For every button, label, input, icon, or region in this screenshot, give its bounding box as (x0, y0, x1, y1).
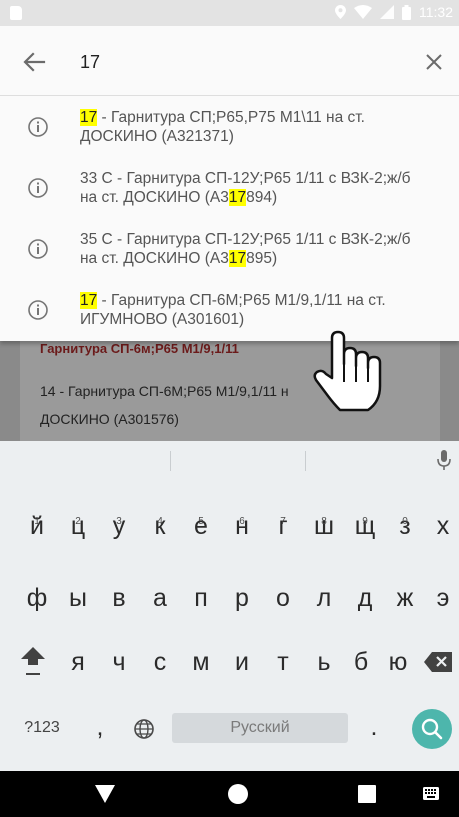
suggestion-text: 33 С - Гарнитура СП-12У;Р65 1/11 с ВЗК-2… (80, 170, 411, 206)
keyboard-switch-icon[interactable] (423, 787, 439, 800)
match-highlight: 17 (228, 189, 247, 206)
key[interactable]: ж (389, 575, 421, 621)
globe-icon[interactable] (133, 718, 155, 740)
background-list: Гарнитура СП-6м;Р65 М1/9,1/11 14 - Гарни… (0, 341, 459, 441)
key[interactable]: л (309, 575, 339, 621)
background-line: 14 - Гарнитура СП-6М;Р65 М1/9,1/11 н (40, 383, 289, 399)
key[interactable]: б (346, 639, 376, 685)
status-icons: 11:32 (335, 4, 453, 20)
suggestion-item[interactable]: 17 - Гарнитура СП-6М;Р65 М1/9,1/11 на ст… (0, 279, 459, 341)
key[interactable]: ь (309, 639, 339, 685)
arrow-left-icon[interactable] (20, 48, 48, 76)
backspace-icon[interactable] (423, 649, 455, 675)
location-icon (335, 5, 346, 19)
wifi-icon (354, 5, 372, 19)
key[interactable]: д (350, 575, 380, 621)
key[interactable]: и (227, 639, 257, 685)
search-key[interactable] (412, 709, 452, 749)
key[interactable]: ф (22, 575, 52, 621)
navigation-bar (0, 771, 459, 817)
match-highlight: 17 (80, 109, 98, 126)
key[interactable]: 7г (268, 503, 298, 549)
suggestion-text: 17 - Гарнитура СП-6М;Р65 М1/9,1/11 на ст… (80, 292, 386, 328)
suggestion-item[interactable]: 17 - Гарнитура СП;Р65,Р75 М1\11 на ст. Д… (0, 96, 459, 157)
comma-key[interactable]: , (90, 709, 110, 745)
key[interactable]: п (186, 575, 216, 621)
nav-home-icon[interactable] (228, 784, 248, 804)
key[interactable]: а (145, 575, 175, 621)
signal-icon (380, 5, 394, 19)
key[interactable]: о (268, 575, 298, 621)
key[interactable]: в (104, 575, 134, 621)
key[interactable]: р (227, 575, 257, 621)
key[interactable]: э (428, 575, 458, 621)
background-red-title: Гарнитура СП-6м;Р65 М1/9,1/11 (40, 341, 239, 356)
search-bar (0, 26, 459, 96)
suggestion-item[interactable]: 33 С - Гарнитура СП-12У;Р65 1/11 с ВЗК-2… (0, 157, 459, 218)
suggestion-item[interactable]: 35 С - Гарнитура СП-12У;Р65 1/11 с ВЗК-2… (0, 218, 459, 279)
info-icon (28, 300, 48, 320)
key[interactable]: с (145, 639, 175, 685)
key[interactable]: 6н (227, 503, 257, 549)
hand-pointer-icon (313, 330, 382, 412)
key[interactable]: 2ц (63, 503, 93, 549)
status-time: 11:32 (419, 4, 453, 20)
match-highlight: 17 (228, 250, 247, 267)
info-icon (28, 117, 48, 137)
key[interactable]: ю (383, 639, 413, 685)
battery-icon (402, 4, 411, 20)
key[interactable]: ы (63, 575, 93, 621)
microphone-icon[interactable] (436, 449, 452, 473)
info-icon (28, 239, 48, 259)
symbols-key[interactable]: ?123 (20, 713, 64, 743)
key[interactable]: ч (104, 639, 134, 685)
key[interactable]: х (428, 503, 458, 549)
strip-divider (170, 451, 171, 471)
info-icon (28, 178, 48, 198)
key[interactable]: 8ш (307, 503, 341, 549)
strip-divider (305, 451, 306, 471)
nav-recents-icon[interactable] (358, 785, 376, 803)
background-line: ДОСКИНО (А301576) (40, 411, 179, 427)
key[interactable]: т (268, 639, 298, 685)
keyboard: 1й 2ц 3у 4к 5е 6н 7г 8ш 9щ 0з х ф ы в а … (0, 441, 459, 771)
suggestion-text: 35 С - Гарнитура СП-12У;Р65 1/11 с ВЗК-2… (80, 231, 411, 267)
period-key[interactable]: . (364, 709, 384, 745)
key[interactable]: 0з (390, 503, 420, 549)
search-input[interactable] (80, 46, 400, 78)
status-bar: 11:32 (0, 0, 459, 26)
sd-card-icon (10, 6, 22, 20)
key[interactable]: 1й (22, 503, 52, 549)
keyboard-suggestion-strip (0, 441, 459, 481)
match-highlight: 17 (80, 292, 98, 309)
space-key[interactable]: Русский (172, 713, 348, 743)
suggestion-text: 17 - Гарнитура СП;Р65,Р75 М1\11 на ст. Д… (80, 109, 365, 145)
close-icon[interactable] (420, 48, 448, 76)
nav-back-icon[interactable] (95, 785, 115, 803)
key[interactable]: 4к (145, 503, 175, 549)
shift-icon[interactable] (18, 641, 48, 681)
key[interactable]: м (186, 639, 216, 685)
key[interactable]: 3у (104, 503, 134, 549)
search-icon (421, 718, 443, 740)
key[interactable]: я (63, 639, 93, 685)
key[interactable]: 9щ (348, 503, 382, 549)
key[interactable]: 5е (186, 503, 216, 549)
suggestions-list: 17 - Гарнитура СП;Р65,Р75 М1\11 на ст. Д… (0, 96, 459, 341)
